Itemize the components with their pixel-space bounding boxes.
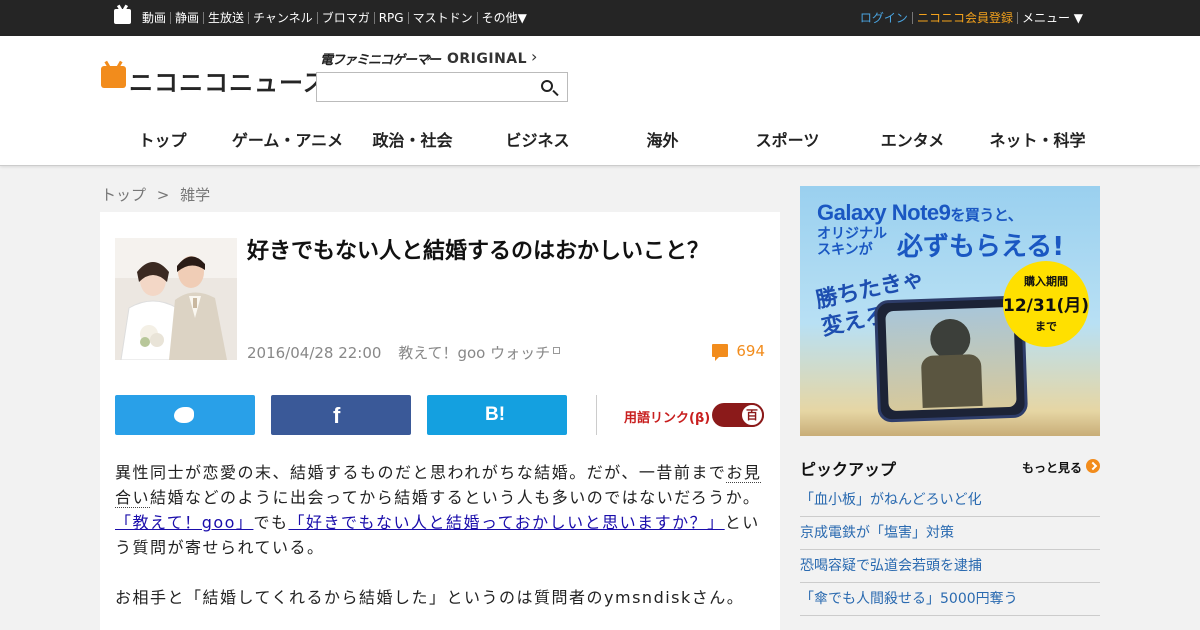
twitter-share-button[interactable] [115,395,255,435]
ad-headline-suffix: を買うと、 [950,207,1023,224]
service-link-seiga[interactable]: 静画 [170,12,203,24]
breadcrumb: トップ > 雑学 [101,184,216,205]
pickup-item[interactable]: 「血小板」がねんどろいど化 [800,484,1100,517]
twitter-icon [174,407,194,423]
menu-dropdown[interactable]: メニュー ▼ [1016,12,1087,24]
niconico-tv-icon[interactable] [114,9,131,24]
category-tab-top[interactable]: トップ [100,126,225,156]
term-link-toggle[interactable]: 百 [712,403,764,427]
category-nav: トップ ゲーム・アニメ 政治・社会 ビジネス 海外 スポーツ エンタメ ネット・… [100,126,1100,156]
figure-body [920,353,983,409]
service-link-live[interactable]: 生放送 [203,12,248,24]
global-topbar: 動画 静画 生放送 チャンネル ブロマガ RPG マストドン その他▼ ログイン… [0,0,1200,36]
site-logo[interactable]: ニコニコニュース [129,63,328,98]
ad-product-name: Galaxy Note9 [817,200,951,225]
category-tab-net-science[interactable]: ネット・科学 [975,126,1100,156]
facebook-share-button[interactable]: f [271,395,411,435]
body-text: 結婚などのように出会ってから結婚するという人も多いのではないだろうか。 [150,488,761,507]
breadcrumb-home[interactable]: トップ [101,186,146,204]
service-link-other[interactable]: その他▼ [476,12,531,24]
more-link[interactable]: もっと見る [1022,459,1082,476]
article-card: 好きでもない人と結婚するのはおかしいこと？ 2016/04/28 22:00 教… [100,212,780,630]
pickup-item[interactable]: 恐喝容疑で弘道会若頭を逮捕 [800,550,1100,583]
category-tab-sports[interactable]: スポーツ [725,126,850,156]
search-input[interactable] [317,73,527,101]
pickup-item[interactable]: 「傘でも人間殺せる」5000円奪う [800,583,1100,616]
sidebar-ad-banner[interactable]: Galaxy Note9を買うと、 オリジナル スキンが 必ずもらえる! 勝ちた… [800,186,1100,436]
comment-count-link[interactable]: 694 [712,342,765,361]
ad-offer: 必ずもらえる! [897,232,1065,262]
body-paragraph: 異性同士が恋愛の末、結婚するものだと思われがちな結婚。だが、一昔前までお見合い結… [115,460,770,510]
category-tab-overseas[interactable]: 海外 [600,126,725,156]
article-source-link[interactable]: 教えて！goo ウォッチ [398,344,550,362]
category-tab-business[interactable]: ビジネス [475,126,600,156]
facebook-icon: f [333,403,341,428]
ad-badge-label: 購入期間 [1024,275,1068,288]
hatena-bookmark-button[interactable]: B! [427,395,567,435]
article-meta: 2016/04/28 22:00 教えて！goo ウォッチ [247,342,561,363]
niconico-logo-icon[interactable] [101,66,126,88]
arrow-right-circle-icon[interactable] [1086,459,1100,473]
question-link[interactable]: 「好きでもない人と結婚っておかしいと思いますか？」 [288,513,724,532]
dengeki-nicogamer-link[interactable]: 電ファミニコゲーマー [320,49,441,68]
body-paragraph: 「教えて！goo」でも「好きでもない人と結婚っておかしいと思いますか？」という質… [115,510,770,560]
service-nav: 動画 静画 生放送 チャンネル ブロマガ RPG マストドン その他▼ [138,0,531,36]
ad-badge-until: まで [1035,320,1057,333]
ad-headline: Galaxy Note9を買うと、 [817,200,1023,226]
pickup-title: ピックアップ [800,460,897,479]
register-link[interactable]: ニコニコ会員登録 [911,12,1017,24]
ad-subtext: オリジナル スキンが [817,226,887,258]
article-body: 異性同士が恋愛の末、結婚するものだと思われがちな結婚。だが、一昔前までお見合い結… [115,460,770,610]
hatena-bookmark-icon: B! [485,404,506,425]
service-link-mastodon[interactable]: マストドン [407,12,477,24]
breadcrumb-current[interactable]: 雑学 [180,186,210,204]
body-text: でも [253,513,289,532]
account-links: ログイン ニコニコ会員登録 メニュー ▼ [856,0,1087,36]
comment-count: 694 [736,342,765,360]
chevron-right-icon: › [426,47,433,66]
body-paragraph: お相手と「結婚してくれるから結婚した」というのは質問者のymsndiskさん。 [115,588,745,607]
external-link-icon [553,347,561,354]
article-title: 好きでもない人と結婚するのはおかしいこと？ [247,239,710,264]
chevron-right-icon: › [531,47,538,66]
term-link-label: 用語リンク(β) [624,411,711,426]
original-link[interactable]: ORIGINAL [447,51,527,67]
login-link[interactable]: ログイン [856,12,912,24]
comment-icon [712,344,729,361]
dictionary-icon: 百 [740,403,764,427]
divider [596,395,597,435]
pickup-item[interactable]: 京成電鉄が「塩害」対策 [800,517,1100,550]
pickup-list: 「血小板」がねんどろいど化 京成電鉄が「塩害」対策 恐喝容疑で弘道会若頭を逮捕 … [800,484,1100,616]
service-link-channel[interactable]: チャンネル [248,12,317,24]
ad-period-badge: 購入期間 12/31(月) まで [1003,261,1089,347]
body-text: 異性同士が恋愛の末、結婚するものだと思われがちな結婚。だが、一昔前まで [115,463,727,482]
oshiete-goo-link[interactable]: 「教えて！goo」 [115,513,253,532]
category-tab-politics[interactable]: 政治・社会 [350,126,475,156]
service-link-video[interactable]: 動画 [138,12,170,24]
search-icon[interactable] [541,80,553,92]
service-link-rpg[interactable]: RPG [373,12,408,24]
category-tab-game-anime[interactable]: ゲーム・アニメ [225,126,350,156]
ad-badge-date: 12/31(月) [1003,296,1090,316]
service-link-blomaga[interactable]: ブロマガ [316,12,374,24]
article-date: 2016/04/28 22:00 [247,344,382,362]
pickup-header: ピックアップ もっと見る [800,456,1100,480]
article-thumbnail [115,238,237,360]
search-form [316,72,568,102]
breadcrumb-separator: > [156,186,170,204]
category-tab-entertainment[interactable]: エンタメ [850,126,975,156]
